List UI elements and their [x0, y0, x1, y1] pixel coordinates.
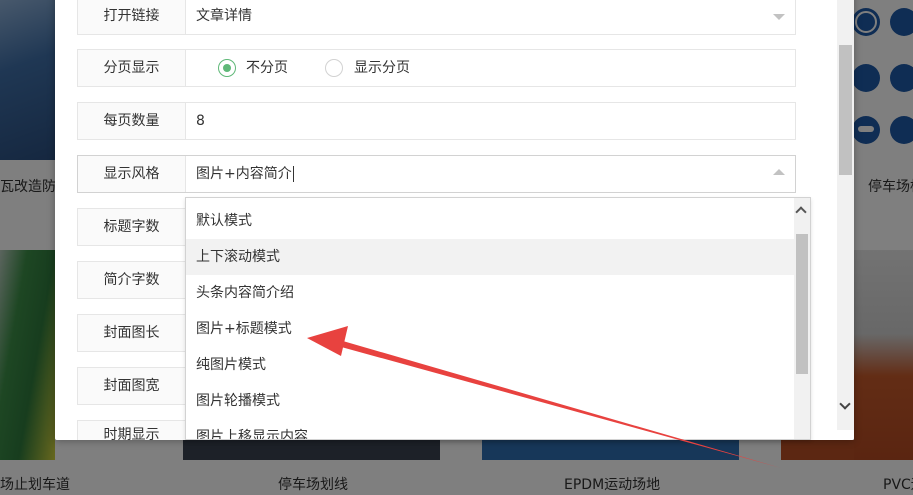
chevron-up-icon[interactable]: [773, 169, 785, 175]
scroll-down-icon[interactable]: [839, 398, 851, 410]
scrollbar-thumb[interactable]: [796, 234, 808, 374]
dropdown-option[interactable]: 纯图片模式: [186, 347, 796, 383]
dropdown-option[interactable]: 图片+标题模式: [186, 311, 796, 347]
dropdown-scrollbar[interactable]: [794, 198, 810, 439]
scroll-up-icon[interactable]: [839, 0, 851, 4]
dropdown-option[interactable]: 图片上移显示内容: [186, 419, 796, 439]
modal-scrollbar[interactable]: [837, 0, 854, 430]
field-label: 时期显示: [78, 421, 186, 440]
open-link-row: 打开链接 文章详情: [77, 0, 796, 35]
field-label: 封面图宽: [78, 368, 186, 404]
scroll-up-icon[interactable]: [795, 206, 807, 218]
dropdown-option[interactable]: 上下滚动模式: [186, 239, 796, 275]
display-style-select[interactable]: 图片+内容简介: [196, 156, 294, 192]
field-label: 标题字数: [78, 209, 186, 245]
field-label: 显示风格: [78, 156, 186, 192]
dropdown-option[interactable]: 默认模式: [186, 203, 796, 239]
no-pagination-radio[interactable]: [218, 59, 236, 77]
per-page-input[interactable]: 8: [196, 103, 786, 139]
per-page-row: 每页数量 8: [77, 102, 796, 140]
pagination-row: 分页显示 不分页 显示分页: [77, 49, 796, 87]
text-caret: [292, 166, 294, 182]
field-label: 简介字数: [78, 262, 186, 298]
open-link-select[interactable]: 文章详情: [196, 0, 796, 34]
radio-label[interactable]: 不分页: [246, 50, 288, 86]
field-label: 打开链接: [78, 0, 186, 34]
scrollbar-thumb[interactable]: [839, 45, 852, 175]
radio-label[interactable]: 显示分页: [354, 50, 410, 86]
field-label: 封面图长: [78, 315, 186, 351]
chevron-down-icon[interactable]: [773, 14, 785, 20]
display-style-value: 图片+内容简介: [196, 166, 292, 182]
field-label: 分页显示: [78, 50, 186, 86]
dropdown-option[interactable]: 图片轮播模式: [186, 383, 796, 419]
display-style-dropdown: 默认模式 上下滚动模式 头条内容简介绍 图片+标题模式 纯图片模式 图片轮播模式…: [185, 197, 811, 440]
field-label: 每页数量: [78, 103, 186, 139]
dropdown-option[interactable]: 头条内容简介绍: [186, 275, 796, 311]
show-pagination-radio[interactable]: [325, 59, 343, 77]
display-style-row: 显示风格 图片+内容简介: [77, 155, 796, 193]
